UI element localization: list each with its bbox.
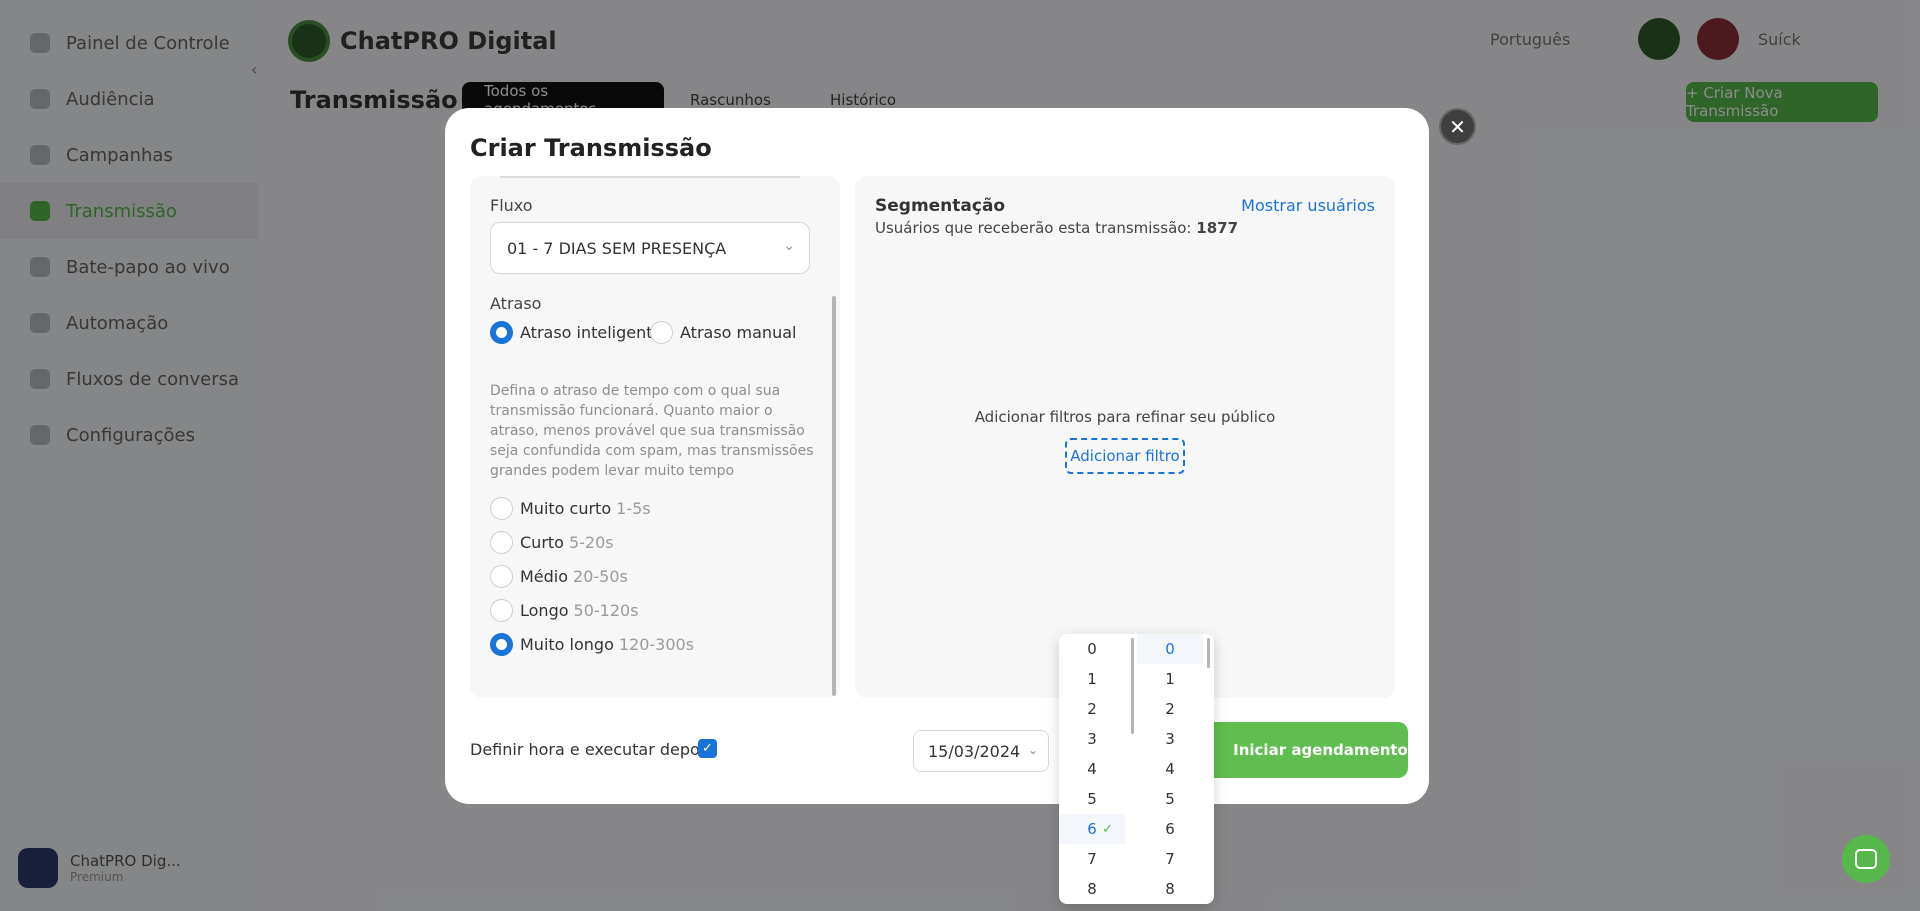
minute-column: 0 1 2 3 4 5 6 7 8	[1137, 634, 1203, 904]
delay-option-range: 120-300s	[618, 635, 695, 654]
scrollbar[interactable]	[1207, 638, 1210, 668]
close-icon: ✕	[1449, 114, 1466, 139]
radio-icon[interactable]	[490, 565, 513, 588]
minute-option-selected[interactable]: 0	[1137, 634, 1203, 664]
delay-mode-label: Atraso inteligente	[520, 323, 663, 342]
divider	[500, 176, 800, 178]
flow-select-value: 01 - 7 DIAS SEM PRESENÇA	[507, 238, 727, 258]
delay-option[interactable]: Médio 20-50s	[490, 565, 628, 588]
minute-option[interactable]: 5	[1137, 784, 1203, 814]
radio-icon[interactable]	[490, 531, 513, 554]
delay-option[interactable]: Curto 5-20s	[490, 531, 614, 554]
delay-mode-manual[interactable]: Atraso manual	[650, 321, 796, 344]
hour-option[interactable]: 2	[1059, 694, 1125, 724]
segmentation-panel: Segmentação Usuários que receberão esta …	[855, 176, 1395, 698]
delay-option-label: Muito longo	[520, 635, 614, 654]
segmentation-title: Segmentação	[875, 196, 1006, 216]
minute-option[interactable]: 2	[1137, 694, 1203, 724]
minute-option[interactable]: 8	[1137, 874, 1203, 904]
delay-option-label: Longo	[520, 601, 569, 620]
delay-option-range: 20-50s	[573, 567, 628, 586]
hour-option[interactable]: 1	[1059, 664, 1125, 694]
recipients-count: 1877	[1196, 219, 1239, 237]
delay-option-range: 1-5s	[616, 499, 651, 518]
show-users-link[interactable]: Mostrar usuários	[1241, 196, 1375, 215]
support-chat-button[interactable]	[1842, 835, 1890, 883]
modal-title: Criar Transmissão	[470, 134, 712, 162]
chat-icon	[1855, 849, 1877, 869]
minute-option[interactable]: 6	[1137, 814, 1203, 844]
hour-option[interactable]: 7	[1059, 844, 1125, 874]
scrollbar[interactable]	[1131, 638, 1134, 734]
date-picker[interactable]: 15/03/2024 ⌄	[913, 730, 1049, 772]
check-icon: ✓	[702, 741, 713, 756]
minute-option[interactable]: 7	[1137, 844, 1203, 874]
hour-option[interactable]: 0	[1059, 634, 1125, 664]
delay-option[interactable]: Muito curto 1-5s	[490, 497, 651, 520]
check-icon: ✓	[1102, 821, 1113, 837]
chevron-down-icon: ⌄	[783, 238, 795, 254]
recipients-line: Usuários que receberão esta transmissão:…	[875, 219, 1238, 237]
recipients-label: Usuários que receberão esta transmissão:	[875, 219, 1192, 237]
date-value: 15/03/2024	[928, 741, 1021, 761]
delay-option-range: 50-120s	[573, 601, 639, 620]
create-broadcast-modal: Criar Transmissão Fluxo 01 - 7 DIAS SEM …	[445, 108, 1429, 804]
delay-option-range: 5-20s	[568, 533, 614, 552]
radio-icon[interactable]	[490, 321, 513, 344]
schedule-checkbox[interactable]: ✓	[698, 739, 717, 758]
hour-option[interactable]: 5	[1059, 784, 1125, 814]
hour-column: 0 1 2 3 4 5 6 ✓ 7 8	[1059, 634, 1125, 904]
delay-option[interactable]: Muito longo 120-300s	[490, 633, 694, 656]
settings-panel: Fluxo 01 - 7 DIAS SEM PRESENÇA ⌄ Atraso …	[470, 176, 840, 698]
hour-option[interactable]: 8	[1059, 874, 1125, 904]
radio-icon[interactable]	[490, 497, 513, 520]
close-modal-button[interactable]: ✕	[1439, 108, 1476, 145]
hour-option[interactable]: 3	[1059, 724, 1125, 754]
hour-option[interactable]: 4	[1059, 754, 1125, 784]
hour-value: 6	[1087, 820, 1097, 838]
minute-option[interactable]: 3	[1137, 724, 1203, 754]
delay-option-label: Muito curto	[520, 499, 612, 518]
minute-option[interactable]: 1	[1137, 664, 1203, 694]
hour-option-selected[interactable]: 6 ✓	[1059, 814, 1125, 844]
delay-option-label: Médio	[520, 567, 569, 586]
delay-option-label: Curto	[520, 533, 564, 552]
delay-mode-smart[interactable]: Atraso inteligente	[490, 321, 662, 344]
radio-icon[interactable]	[650, 321, 673, 344]
scrollbar[interactable]	[832, 296, 836, 696]
time-picker-dropdown: 0 1 2 3 4 5 6 ✓ 7 8 0 1 2 3 4 5 6 7 8	[1059, 634, 1214, 904]
schedule-label: Definir hora e executar depois	[470, 740, 713, 759]
minute-option[interactable]: 4	[1137, 754, 1203, 784]
flow-label: Fluxo	[490, 196, 533, 215]
delay-help-text: Defina o atraso de tempo com o qual sua …	[490, 383, 814, 479]
flow-select[interactable]: 01 - 7 DIAS SEM PRESENÇA ⌄	[490, 222, 810, 274]
delay-label: Atraso	[490, 294, 542, 313]
delay-option[interactable]: Longo 50-120s	[490, 599, 639, 622]
start-schedule-button[interactable]: Iniciar agendamento	[1183, 722, 1408, 778]
radio-icon[interactable]	[490, 599, 513, 622]
empty-filters-text: Adicionar filtros para refinar seu públi…	[974, 408, 1276, 426]
add-filter-button[interactable]: Adicionar filtro	[1065, 438, 1185, 474]
chevron-down-icon: ⌄	[1027, 743, 1038, 757]
delay-mode-label: Atraso manual	[680, 323, 797, 342]
radio-icon[interactable]	[490, 633, 513, 656]
